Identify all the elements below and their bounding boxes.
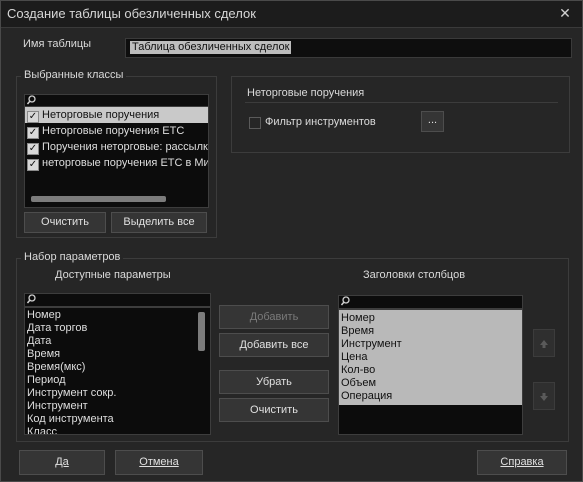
list-item[interactable]: Номер — [25, 309, 210, 322]
class-item[interactable]: ✓ Неторговые поручения ЕТС — [25, 123, 208, 139]
filter-more-button[interactable]: ... — [421, 111, 444, 132]
classes-clear-button[interactable]: Очистить — [24, 212, 106, 233]
available-params-list: Номер Дата торгов Дата Время Время(мкс) … — [24, 307, 211, 435]
columns-list: Номер Время Инструмент Цена Кол-во Объем… — [338, 309, 523, 435]
table-name-label: Имя таблицы — [23, 38, 92, 50]
search-icon — [26, 294, 36, 308]
arrow-up-icon — [539, 336, 549, 350]
list-item[interactable]: Инструмент сокр. — [25, 387, 210, 400]
table-name-value: Таблица обезличенных сделок — [130, 41, 292, 54]
ok-button[interactable]: Да — [19, 450, 105, 475]
class-panel-title: Неторговые поручения — [247, 87, 365, 99]
checkbox-checked-icon[interactable]: ✓ — [27, 127, 39, 139]
divider — [245, 102, 558, 103]
classes-select-all-button[interactable]: Выделить все — [111, 212, 207, 233]
table-name-input[interactable]: Таблица обезличенных сделок — [125, 38, 572, 58]
help-button[interactable]: Справка — [477, 450, 567, 475]
list-item[interactable]: Объем — [339, 377, 522, 390]
list-item[interactable]: Инструмент — [25, 400, 210, 413]
list-item[interactable]: Номер — [339, 312, 522, 325]
move-down-button[interactable] — [533, 382, 555, 410]
columns-header: Заголовки столбцов — [363, 269, 466, 281]
window-title: Создание таблицы обезличенных сделок — [7, 6, 256, 21]
list-item[interactable]: Период — [25, 374, 210, 387]
class-item[interactable]: ✓ неторговые поручения ЕТС в Ми — [25, 155, 208, 171]
list-item[interactable]: Время — [25, 348, 210, 361]
list-item[interactable]: Дата торгов — [25, 322, 210, 335]
add-button[interactable]: Добавить — [219, 305, 329, 329]
available-search[interactable] — [24, 293, 211, 307]
class-item[interactable]: ✓ Неторговые поручения — [25, 107, 208, 123]
columns-search[interactable] — [338, 295, 523, 309]
list-item[interactable]: Класс — [25, 426, 210, 434]
arrow-down-icon — [539, 389, 549, 403]
available-vscrollbar[interactable] — [198, 312, 205, 351]
cancel-button[interactable]: Отмена — [115, 450, 203, 475]
checkbox-checked-icon[interactable]: ✓ — [27, 111, 39, 123]
list-item[interactable]: Инструмент — [339, 338, 522, 351]
list-item[interactable]: Операция — [339, 390, 522, 403]
list-item[interactable]: Дата — [25, 335, 210, 348]
list-item[interactable]: Время(мкс) — [25, 361, 210, 374]
filter-checkbox[interactable] — [249, 117, 261, 129]
title-bar: Создание таблицы обезличенных сделок ✕ — [1, 1, 582, 28]
add-all-button[interactable]: Добавить все — [219, 333, 329, 357]
classes-hscrollbar[interactable] — [31, 196, 166, 202]
list-item[interactable]: Время — [339, 325, 522, 338]
search-icon — [340, 296, 350, 310]
list-item[interactable]: Цена — [339, 351, 522, 364]
filter-label: Фильтр инструментов — [265, 116, 376, 128]
remove-button[interactable]: Убрать — [219, 370, 329, 394]
available-params-header: Доступные параметры — [55, 269, 171, 281]
params-clear-button[interactable]: Очистить — [219, 398, 329, 422]
classes-group-title: Выбранные классы — [21, 69, 127, 81]
classes-list: ✓ Неторговые поручения ✓ Неторговые поруче… — [24, 106, 209, 208]
checkbox-checked-icon[interactable]: ✓ — [27, 143, 39, 155]
dialog-window: Создание таблицы обезличенных сделок ✕ И… — [0, 0, 583, 482]
list-item[interactable]: Кол-во — [339, 364, 522, 377]
close-icon[interactable]: ✕ — [556, 4, 574, 22]
checkbox-checked-icon[interactable]: ✓ — [27, 159, 39, 171]
move-up-button[interactable] — [533, 329, 555, 357]
class-item[interactable]: ✓ Поручения неторговые: рассылк — [25, 139, 208, 155]
list-item[interactable]: Код инструмента — [25, 413, 210, 426]
params-group-title: Набор параметров — [21, 251, 124, 263]
